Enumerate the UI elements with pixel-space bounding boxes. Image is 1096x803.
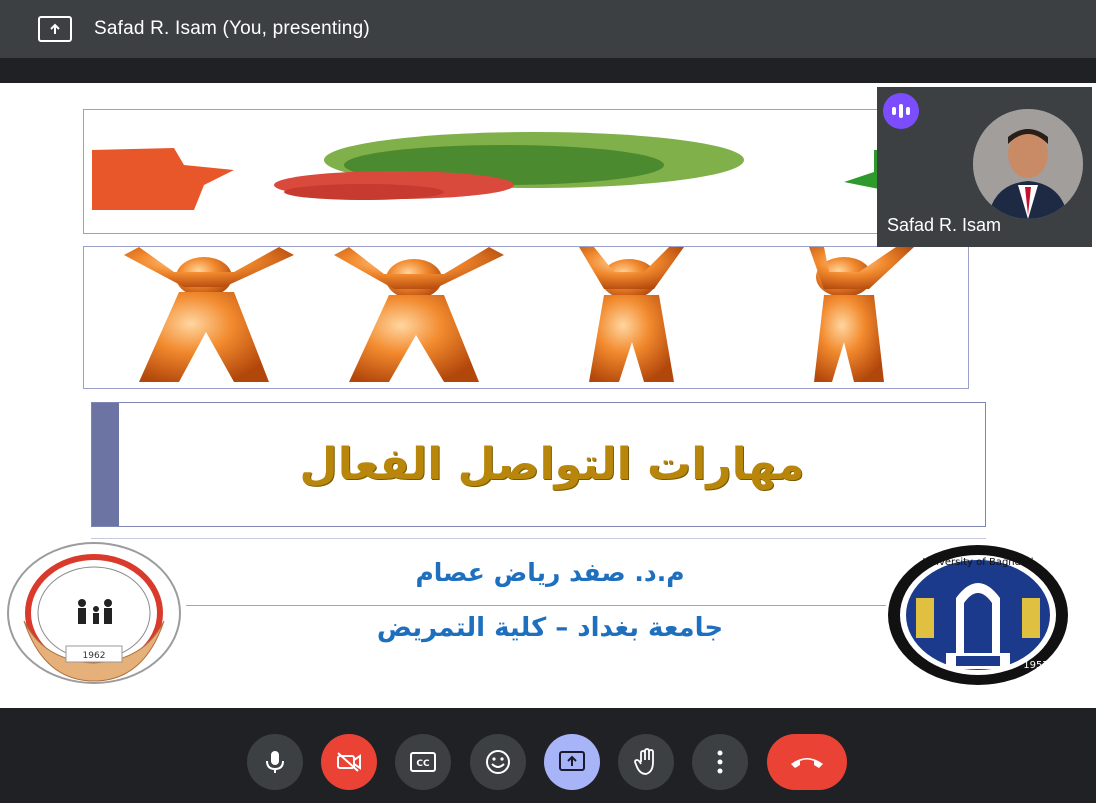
people-figures-image [83,246,969,389]
captions-icon: CC [410,752,436,772]
leave-call-icon [791,758,823,768]
author-name: م.د. صفد رياض عصام [415,558,685,587]
logo-caption: University of Baghdad [923,557,1034,568]
nursing-college-logo: 1962 [4,541,184,691]
present-icon [559,751,585,771]
participant-tile[interactable]: Safad R. Isam [877,87,1092,247]
divider [91,538,986,539]
present-button[interactable] [544,734,600,790]
more-options-button[interactable] [692,734,748,790]
camera-off-icon [337,752,361,772]
logo-year: 1962 [83,651,106,661]
avatar [973,109,1083,219]
audio-bars-icon [883,93,919,129]
leave-call-button[interactable] [767,734,847,790]
emoji-icon [486,750,510,774]
emoji-button[interactable] [470,734,526,790]
communication-banner-image [83,109,969,234]
university-of-baghdad-logo: University of Baghdad 1957 [886,543,1070,688]
stage-gap [0,58,1096,83]
divider [186,605,886,606]
affiliation: جامعة بغداد – كلية التمريض [376,613,724,643]
title-accent-bar [92,403,119,526]
logo-year: 1957 [1023,660,1048,671]
svg-text:CC: CC [416,759,430,769]
presenting-label: Safad R. Isam (You, presenting) [94,18,370,39]
participant-name: Safad R. Isam [887,215,1002,235]
mic-icon [266,751,284,773]
captions-button[interactable]: CC [395,734,451,790]
presenting-bar: Safad R. Isam (You, presenting) [0,0,1096,58]
slide-title-box: مهارات التواصل الفعال [91,402,986,527]
camera-button[interactable] [321,734,377,790]
call-controls: CC [0,708,1096,803]
more-options-icon [717,750,723,774]
raise-hand-button[interactable] [618,734,674,790]
present-to-all-icon [38,16,72,42]
slide-title: مهارات التواصل الفعال [299,439,805,490]
raise-hand-icon [634,748,654,775]
microphone-button[interactable] [247,734,303,790]
